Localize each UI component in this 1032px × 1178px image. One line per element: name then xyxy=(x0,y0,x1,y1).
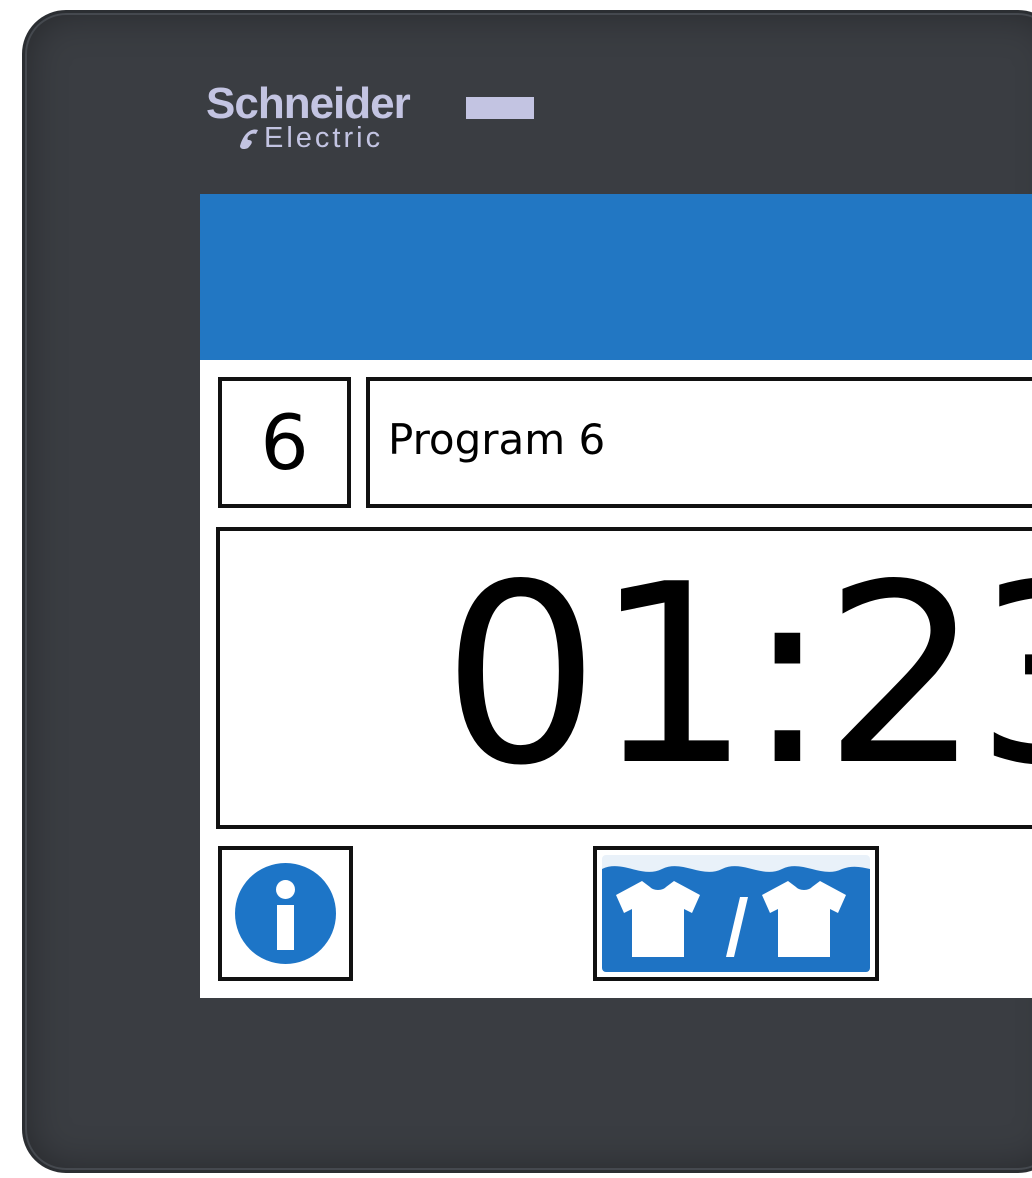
hmi-screen: 6 Program 6 01:23 xyxy=(200,194,1032,998)
schneider-logo-icon xyxy=(240,129,258,150)
laundry-mode-panel xyxy=(602,855,870,972)
brand-bar xyxy=(466,97,534,119)
brand-logo: Schneider Electric xyxy=(206,80,546,160)
laundry-mode-button[interactable] xyxy=(593,846,879,981)
brand-subtitle: Electric xyxy=(264,122,384,154)
brand-name: Schneider xyxy=(206,79,411,128)
info-icon xyxy=(235,863,336,964)
info-icon-dot xyxy=(276,880,295,899)
info-button[interactable] xyxy=(218,846,353,981)
timer-display: 01:23 xyxy=(216,527,1032,829)
program-number[interactable]: 6 xyxy=(218,377,351,508)
shirt-slash-shirt-icon xyxy=(602,855,870,957)
program-name[interactable]: Program 6 xyxy=(366,377,1032,508)
info-icon-stem xyxy=(277,905,294,950)
screen-header-bar xyxy=(200,194,1032,360)
